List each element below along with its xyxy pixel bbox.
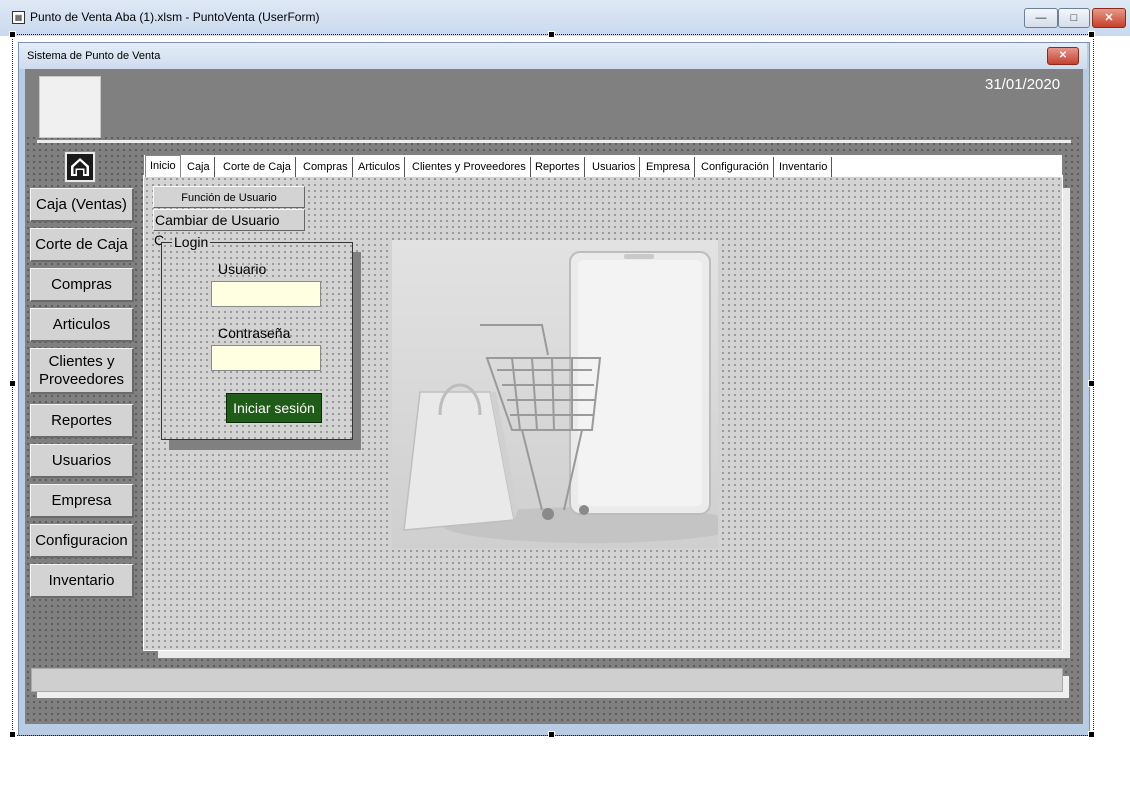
userform-icon: ▦ bbox=[12, 11, 25, 24]
close-button[interactable]: ✕ bbox=[1092, 8, 1126, 28]
maximize-button[interactable]: □ bbox=[1058, 8, 1090, 28]
resize-handle[interactable] bbox=[1088, 380, 1095, 387]
resize-handle[interactable] bbox=[1088, 31, 1095, 38]
resize-handle[interactable] bbox=[1088, 731, 1095, 738]
resize-handle[interactable] bbox=[9, 731, 16, 738]
window-title: Punto de Venta Aba (1).xlsm - PuntoVenta… bbox=[30, 10, 320, 24]
resize-handle[interactable] bbox=[9, 31, 16, 38]
resize-handle[interactable] bbox=[9, 380, 16, 387]
design-selection-border bbox=[12, 34, 1094, 736]
resize-handle[interactable] bbox=[548, 731, 555, 738]
minimize-button[interactable]: — bbox=[1024, 8, 1058, 28]
resize-handle[interactable] bbox=[548, 31, 555, 38]
